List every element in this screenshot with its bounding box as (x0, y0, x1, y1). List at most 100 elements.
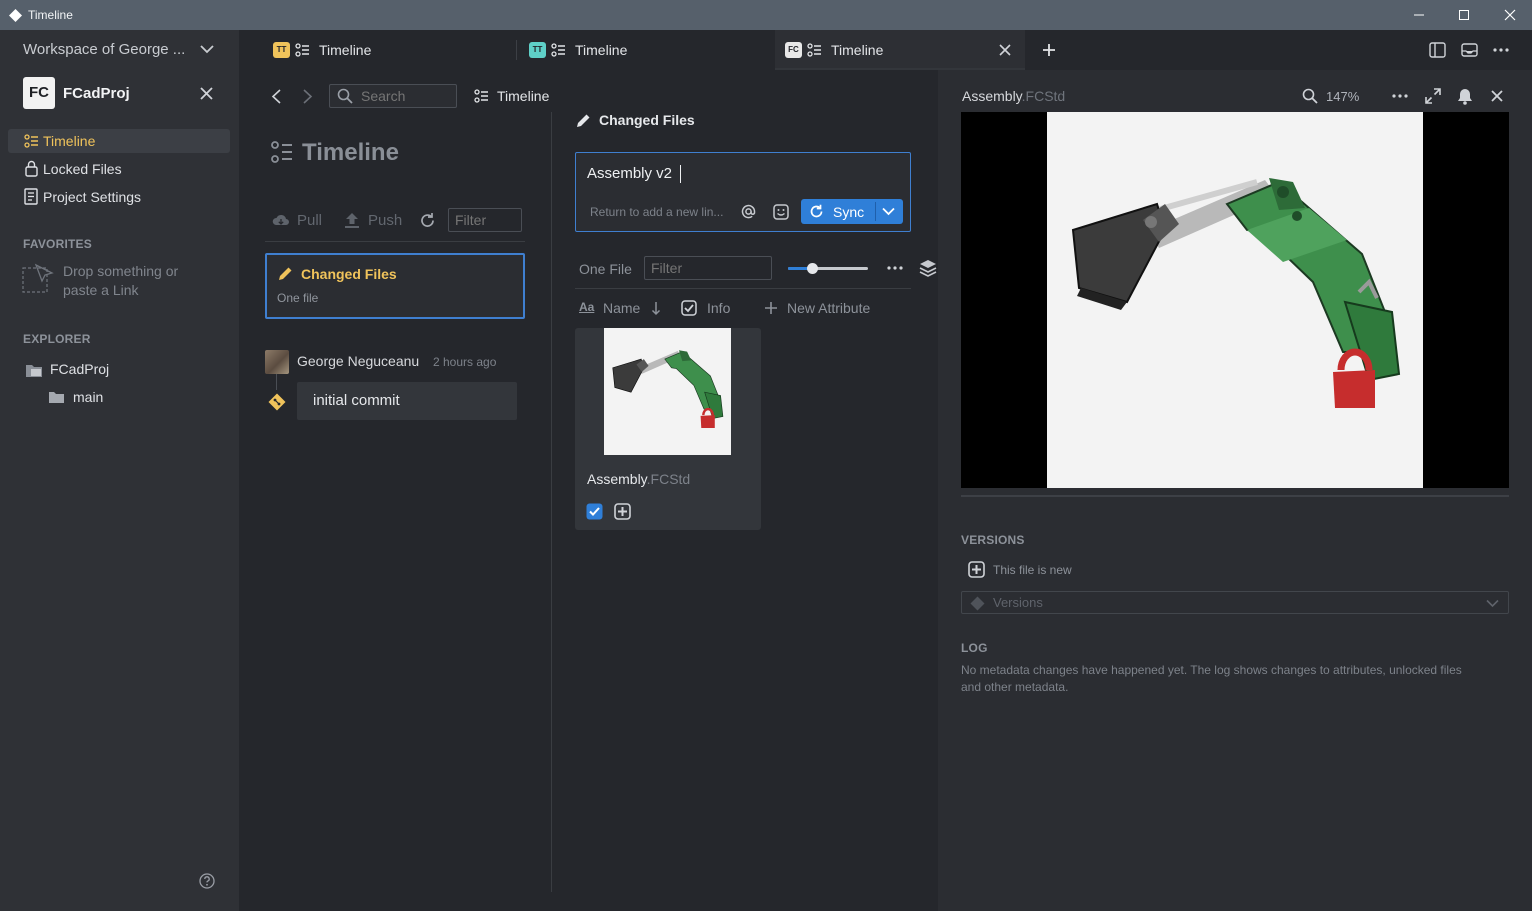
breadcrumb-current: Timeline (497, 88, 550, 104)
emoji-icon[interactable] (773, 204, 789, 220)
more-icon[interactable] (887, 266, 903, 270)
versions-select[interactable]: Versions (961, 591, 1509, 614)
back-icon[interactable] (270, 88, 282, 105)
close-viewer-icon[interactable] (1490, 89, 1504, 103)
workspace-selector[interactable]: Workspace of George ... (23, 41, 185, 58)
close-tab-icon[interactable] (998, 43, 1012, 57)
changes-header: Changed Files (599, 112, 695, 128)
added-file-icon (968, 561, 985, 578)
text-type-icon: Aa (579, 300, 595, 314)
versions-heading: VERSIONS (961, 533, 1025, 547)
tab-badge: FC (785, 42, 802, 58)
sidebar-item-timeline[interactable]: Timeline (8, 129, 230, 153)
new-tab-icon[interactable] (1041, 42, 1057, 58)
timeline-pane (239, 70, 552, 911)
file-count: One File (579, 261, 632, 277)
separator (575, 288, 911, 289)
text-cursor (680, 165, 681, 183)
commit-hint: Return to add a new lin... (590, 205, 724, 219)
commit-time: 2 hours ago (433, 355, 497, 369)
settings-doc-icon (24, 188, 38, 205)
pull-button[interactable]: Pull (272, 211, 324, 231)
minimize-icon[interactable] (1407, 5, 1431, 25)
explorer-heading: EXPLORER (23, 332, 91, 346)
tab-timeline-3[interactable]: FC Timeline (775, 30, 1025, 70)
commit-author: George Neguceanu (297, 353, 420, 369)
search-icon (337, 88, 353, 104)
avatar (265, 350, 289, 374)
expand-icon[interactable] (1425, 88, 1441, 104)
folder-icon (49, 392, 64, 403)
timeline-connector (276, 374, 277, 390)
explorer-child-item[interactable]: main (48, 388, 198, 408)
refresh-icon[interactable] (419, 212, 436, 229)
model-preview[interactable] (961, 112, 1509, 488)
preview-divider (961, 495, 1509, 497)
explorer-root-item[interactable]: FCadProj (23, 360, 223, 380)
sync-icon (810, 204, 823, 218)
close-window-icon[interactable] (1498, 5, 1522, 25)
timeline-title-icon (271, 141, 292, 163)
sidebar-item-locked-files[interactable]: Locked Files (8, 157, 230, 181)
page-title: Timeline (302, 139, 399, 166)
sidebar: Workspace of George ... FC FCadProj Time… (0, 30, 239, 911)
layers-icon[interactable] (919, 259, 937, 277)
log-text: No metadata changes have happened yet. T… (961, 663, 1462, 694)
tab-badge: TT (273, 42, 290, 58)
sort-down-icon (651, 302, 661, 316)
sidebar-item-label: Timeline (43, 133, 96, 149)
more-icon[interactable] (1493, 48, 1509, 52)
project-avatar: FC (23, 77, 55, 109)
pencil-icon (279, 267, 292, 280)
tab-badge: TT (529, 42, 546, 58)
split-view-icon[interactable] (1429, 42, 1446, 58)
lock-icon (25, 160, 38, 177)
commit-node-icon (970, 596, 985, 611)
sidebar-item-project-settings[interactable]: Project Settings (8, 185, 230, 209)
commit-message: initial commit (313, 392, 400, 409)
tab-separator (516, 40, 517, 60)
upload-icon (345, 213, 359, 228)
file-name: Assembly.FCStd (587, 471, 691, 487)
zoom-icon[interactable] (1302, 88, 1318, 104)
push-button[interactable]: Push (343, 211, 403, 231)
help-icon[interactable] (199, 873, 215, 889)
timeline-filter-input[interactable] (448, 208, 522, 232)
file-card[interactable]: Assembly.FCStd (575, 328, 761, 530)
forward-icon[interactable] (302, 88, 314, 105)
sort-by-name-button[interactable]: Aa Name (579, 299, 665, 319)
inbox-icon[interactable] (1461, 42, 1478, 58)
timeline-icon (807, 43, 821, 57)
bell-icon[interactable] (1457, 88, 1473, 105)
info-column-toggle[interactable]: Info (681, 299, 745, 319)
commit-message-input[interactable]: Assembly v2 (587, 165, 672, 182)
tab-timeline-1[interactable]: TT Timeline (263, 30, 513, 70)
chevron-down-icon[interactable] (882, 207, 895, 216)
plus-icon (765, 302, 777, 314)
tab-timeline-2[interactable]: TT Timeline (519, 30, 769, 70)
mention-icon[interactable] (741, 204, 756, 219)
app-logo-icon (9, 9, 22, 22)
sync-button[interactable]: Sync (801, 199, 903, 224)
tab-bar: TT Timeline TT Timeline FC Timeline (239, 30, 1532, 70)
chevron-down-icon[interactable] (200, 44, 214, 54)
more-icon[interactable] (1392, 94, 1408, 98)
file-selected-checkbox[interactable] (586, 503, 603, 520)
changed-files-card[interactable]: Changed Files One file (265, 253, 525, 319)
timeline-icon (551, 43, 565, 57)
excavator-thumbnail-image (612, 350, 724, 428)
project-folder-icon (26, 365, 42, 377)
timeline-icon (24, 134, 38, 148)
sidebar-item-label: Project Settings (43, 189, 142, 205)
checkbox-checked-icon (681, 300, 697, 316)
file-thumbnail (604, 328, 731, 455)
maximize-icon[interactable] (1452, 5, 1476, 25)
files-filter-input[interactable] (644, 256, 772, 280)
slider-thumb[interactable] (807, 263, 818, 274)
commit-item[interactable]: initial commit (297, 382, 517, 420)
new-attribute-button[interactable]: New Attribute (764, 299, 884, 319)
thumbnail-size-slider[interactable] (788, 263, 868, 274)
project-name: FCadProj (63, 85, 130, 102)
close-project-icon[interactable] (199, 86, 214, 101)
added-file-icon (614, 503, 631, 520)
